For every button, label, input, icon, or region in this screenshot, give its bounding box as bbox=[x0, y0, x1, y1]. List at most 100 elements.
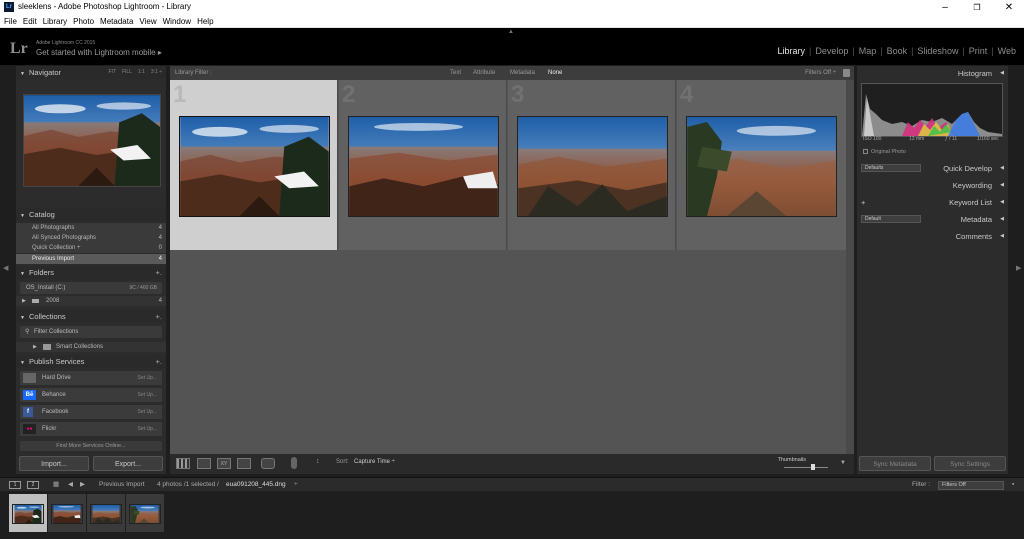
catalog-item[interactable]: All Synced Photographs 4 bbox=[16, 233, 166, 243]
minimize-button[interactable]: – bbox=[930, 0, 960, 15]
grid-cell[interactable]: 4 bbox=[677, 80, 847, 250]
catalog-item[interactable]: Previous Import 4 bbox=[16, 254, 166, 264]
export-button[interactable]: Export... bbox=[93, 456, 163, 471]
zoom-1-1[interactable]: 1:1 bbox=[138, 69, 145, 75]
maximize-button[interactable]: ❐ bbox=[962, 0, 992, 15]
filmstrip-thumbnail[interactable] bbox=[51, 504, 83, 524]
publish-service-setup[interactable]: Set Up... bbox=[138, 371, 157, 385]
painter-icon[interactable] bbox=[291, 457, 297, 469]
module-slideshow[interactable]: Slideshow bbox=[917, 46, 958, 56]
add-folder-icon[interactable]: +. bbox=[156, 266, 162, 279]
filmstrip-cell[interactable] bbox=[48, 494, 86, 532]
left-panel-toggle-icon[interactable]: ◀ bbox=[3, 264, 8, 272]
filmstrip-cell[interactable] bbox=[87, 494, 125, 532]
add-publish-service-icon[interactable]: +. bbox=[156, 355, 162, 368]
grid-cell[interactable]: 3 bbox=[508, 80, 676, 250]
publish-service-hard-drive[interactable]: Hard Drive Set Up... bbox=[20, 371, 162, 385]
catalog-item[interactable]: Quick Collection + 0 bbox=[16, 243, 166, 253]
find-more-services-button[interactable]: Find More Services Online... bbox=[20, 441, 162, 451]
folder-item[interactable]: ▶ 2008 4 bbox=[16, 296, 166, 306]
photo-thumbnail[interactable] bbox=[686, 116, 837, 217]
filmstrip-cell[interactable] bbox=[126, 494, 164, 532]
module-web[interactable]: Web bbox=[998, 46, 1016, 56]
menu-photo[interactable]: Photo bbox=[70, 15, 97, 28]
histogram-header[interactable]: Histogram ◀ bbox=[857, 67, 1008, 80]
zoom-3-1[interactable]: 3:1 ÷ bbox=[151, 69, 162, 75]
photo-thumbnail[interactable] bbox=[179, 116, 330, 217]
filter-none[interactable]: None bbox=[548, 66, 562, 80]
navigator-preview[interactable] bbox=[23, 94, 161, 187]
top-panel-toggle-icon[interactable]: ▲ bbox=[508, 29, 514, 35]
survey-view-icon[interactable] bbox=[237, 458, 251, 469]
loupe-view-icon[interactable] bbox=[197, 458, 211, 469]
filter-collections-input[interactable]: ⚲ Filter Collections bbox=[20, 326, 162, 338]
toolbar-menu-chevron-icon[interactable]: ▼ bbox=[840, 460, 846, 466]
secondary-window-icon[interactable]: 2 bbox=[27, 481, 39, 489]
module-library[interactable]: Library bbox=[777, 46, 805, 56]
forward-arrow-icon[interactable]: ▶ bbox=[80, 478, 85, 492]
publish-service-setup[interactable]: Set Up... bbox=[138, 388, 157, 402]
grid-view-icon[interactable] bbox=[176, 458, 190, 469]
publish-service-setup[interactable]: Set Up... bbox=[138, 422, 157, 436]
sync-settings-button[interactable]: Sync Settings bbox=[934, 456, 1006, 471]
lock-icon[interactable] bbox=[843, 69, 850, 77]
folders-header[interactable]: ▼ Folders +. bbox=[16, 266, 166, 279]
people-view-icon[interactable] bbox=[261, 458, 275, 469]
filename-menu-icon[interactable]: ÷ bbox=[294, 478, 298, 492]
grid-cell[interactable]: 2 bbox=[339, 80, 507, 250]
menu-view[interactable]: View bbox=[136, 15, 159, 28]
filter-text[interactable]: Text bbox=[450, 66, 461, 80]
lightroom-mobile-link[interactable]: Get started with Lightroom mobile ▸ bbox=[36, 48, 162, 57]
photo-thumbnail[interactable] bbox=[517, 116, 668, 217]
collection-expand-icon[interactable]: ▶ bbox=[33, 342, 37, 352]
main-window-icon[interactable]: 1 bbox=[9, 481, 21, 489]
publish-service-behance[interactable]: Bē Behance Set Up... bbox=[20, 388, 162, 402]
filmstrip-filter-dropdown[interactable]: Filters Off bbox=[938, 481, 1004, 490]
photo-thumbnail[interactable] bbox=[348, 116, 499, 217]
collections-header[interactable]: ▼ Collections +. bbox=[16, 310, 166, 323]
publish-service-flickr[interactable]: ●● Flickr Set Up... bbox=[20, 422, 162, 436]
filmstrip-source[interactable]: Previous Import bbox=[99, 478, 145, 492]
zoom-fit[interactable]: FIT bbox=[108, 69, 116, 75]
metadata-preset-dropdown[interactable]: Default bbox=[861, 215, 921, 223]
filter-metadata[interactable]: Metadata bbox=[510, 66, 535, 80]
close-button[interactable]: ✕ bbox=[994, 0, 1024, 15]
quick-develop-preset-dropdown[interactable]: Defaults bbox=[861, 164, 921, 172]
filter-attribute[interactable]: Attribute bbox=[473, 66, 495, 80]
thumbnail-size-slider-knob[interactable] bbox=[811, 464, 815, 470]
menu-help[interactable]: Help bbox=[194, 15, 216, 28]
folder-expand-icon[interactable]: ▶ bbox=[22, 296, 26, 306]
right-panel-toggle-icon[interactable]: ▶ bbox=[1016, 264, 1021, 272]
menu-edit[interactable]: Edit bbox=[20, 15, 40, 28]
zoom-fill[interactable]: FILL bbox=[122, 69, 132, 75]
sort-dropdown[interactable]: Capture Time ÷ bbox=[354, 459, 395, 465]
keyword-list-header[interactable]: + Keyword List ◀ bbox=[857, 196, 1008, 209]
grid-scrollbar[interactable] bbox=[846, 80, 854, 454]
publish-service-setup[interactable]: Set Up... bbox=[138, 405, 157, 419]
back-arrow-icon[interactable]: ◀ bbox=[68, 478, 73, 492]
module-print[interactable]: Print bbox=[969, 46, 988, 56]
checkbox-icon[interactable] bbox=[863, 149, 868, 154]
filmstrip-thumbnail[interactable] bbox=[12, 504, 44, 524]
grid-cell[interactable]: 1 bbox=[170, 80, 338, 250]
menu-window[interactable]: Window bbox=[160, 15, 194, 28]
menu-metadata[interactable]: Metadata bbox=[97, 15, 136, 28]
grid-shortcut-icon[interactable]: ▦ bbox=[53, 478, 59, 492]
module-book[interactable]: Book bbox=[887, 46, 908, 56]
module-map[interactable]: Map bbox=[859, 46, 877, 56]
import-button[interactable]: Import... bbox=[19, 456, 89, 471]
menu-file[interactable]: File bbox=[0, 15, 20, 28]
filmstrip-lock-icon[interactable]: ▪ bbox=[1012, 478, 1014, 492]
volume-row[interactable]: OS_Install (C:) 9C / 460 GB bbox=[20, 282, 162, 294]
catalog-item[interactable]: All Photographs 4 bbox=[16, 223, 166, 233]
publish-service-facebook[interactable]: f Facebook Set Up... bbox=[20, 405, 162, 419]
compare-view-icon[interactable]: XY bbox=[217, 458, 231, 469]
navigator-header[interactable]: ▼ Navigator FIT FILL 1:1 3:1 ÷ bbox=[16, 66, 166, 79]
filmstrip-thumbnail[interactable] bbox=[129, 504, 161, 524]
sync-metadata-button[interactable]: Sync Metadata bbox=[859, 456, 931, 471]
menu-library[interactable]: Library bbox=[40, 15, 70, 28]
keywording-header[interactable]: Keywording ◀ bbox=[857, 179, 1008, 192]
filter-presets-dropdown[interactable]: Filters Off ÷ bbox=[805, 66, 836, 80]
add-keyword-icon[interactable]: + bbox=[861, 196, 865, 209]
sort-direction-icon[interactable]: ↕ bbox=[316, 458, 320, 465]
